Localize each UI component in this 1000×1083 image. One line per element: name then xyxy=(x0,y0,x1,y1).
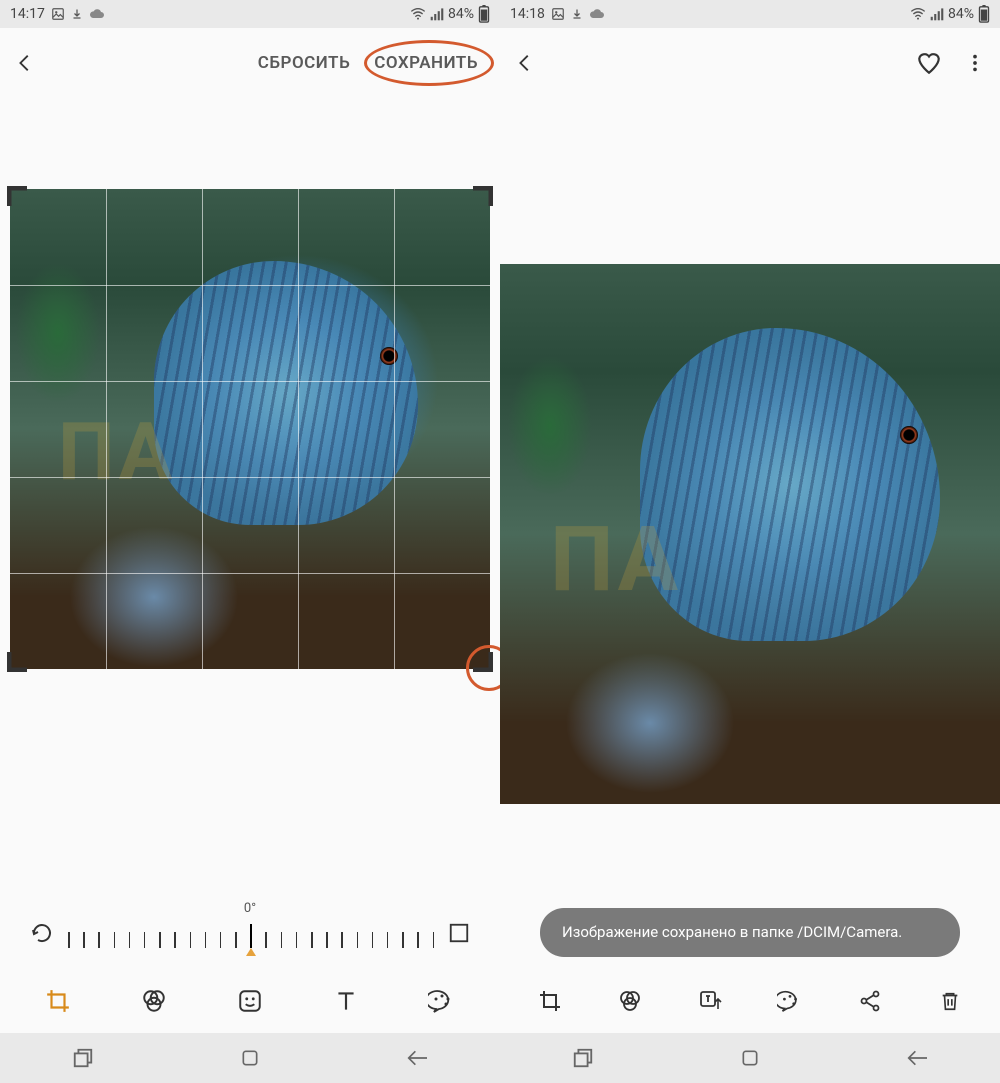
text-tool-button[interactable] xyxy=(324,979,368,1023)
displayed-image: ПА xyxy=(500,264,1000,804)
battery-icon xyxy=(478,5,490,23)
delete-button[interactable] xyxy=(928,979,972,1023)
image-viewer[interactable]: ПА Изображение сохранено в папке /DCIM/C… xyxy=(500,98,1000,969)
status-time: 14:18 xyxy=(510,6,545,22)
palette-button[interactable] xyxy=(768,979,812,1023)
battery-icon xyxy=(978,5,990,23)
save-toast: Изображение сохранено в папке /DCIM/Came… xyxy=(540,908,960,957)
editor-header: СБРОСИТЬ СОХРАНИТЬ xyxy=(0,28,500,98)
download-icon xyxy=(571,7,583,21)
save-button[interactable]: СОХРАНИТЬ xyxy=(366,49,486,77)
status-time: 14:17 xyxy=(10,6,45,22)
rotation-degree-label: 0° xyxy=(244,901,256,916)
image-preview: ПА xyxy=(10,189,490,669)
viewer-toolbar xyxy=(500,969,1000,1033)
signal-icon xyxy=(430,7,444,21)
image-icon xyxy=(51,7,65,21)
signal-icon xyxy=(930,7,944,21)
wifi-icon xyxy=(410,7,426,21)
editor-screen: 14:17 84% xyxy=(0,0,500,1083)
crop-frame[interactable]: ПА xyxy=(10,189,490,669)
sticker-tool-button[interactable] xyxy=(228,979,272,1023)
wifi-icon xyxy=(910,7,926,21)
autotext-button[interactable] xyxy=(688,979,732,1023)
more-button[interactable] xyxy=(964,52,986,74)
cloud-icon xyxy=(89,8,105,20)
image-icon xyxy=(551,7,565,21)
rotation-ruler: 0° xyxy=(0,879,500,969)
crop-handle-tl[interactable] xyxy=(7,186,33,212)
nav-recent-button[interactable] xyxy=(53,1038,113,1078)
filters-button[interactable] xyxy=(608,979,652,1023)
draw-tool-button[interactable] xyxy=(420,979,464,1023)
nav-back-button[interactable] xyxy=(887,1038,947,1078)
nav-home-button[interactable] xyxy=(720,1038,780,1078)
share-button[interactable] xyxy=(848,979,892,1023)
status-battery-percent: 84% xyxy=(948,6,974,22)
status-battery-percent: 84% xyxy=(448,6,474,22)
rotation-slider[interactable] xyxy=(68,918,434,948)
editor-toolbar xyxy=(0,969,500,1033)
aspect-ratio-button[interactable] xyxy=(448,922,470,944)
nav-home-button[interactable] xyxy=(220,1038,280,1078)
filters-tool-button[interactable] xyxy=(132,979,176,1023)
crop-tool-button[interactable] xyxy=(36,979,80,1023)
status-bar: 14:18 84% xyxy=(500,0,1000,28)
back-button[interactable] xyxy=(14,52,36,74)
crop-handle-br[interactable] xyxy=(467,646,493,672)
nav-back-button[interactable] xyxy=(387,1038,447,1078)
system-nav-bar xyxy=(0,1033,500,1083)
reset-button[interactable]: СБРОСИТЬ xyxy=(250,49,358,77)
nav-recent-button[interactable] xyxy=(553,1038,613,1078)
crop-canvas-area: ПА xyxy=(0,98,500,879)
cloud-icon xyxy=(589,8,605,20)
viewer-screen: 14:18 84% xyxy=(500,0,1000,1083)
download-icon xyxy=(71,7,83,21)
back-button[interactable] xyxy=(514,52,536,74)
status-bar: 14:17 84% xyxy=(0,0,500,28)
rotate-90-button[interactable] xyxy=(30,921,54,945)
favorite-button[interactable] xyxy=(916,50,942,76)
rotation-marker xyxy=(246,948,256,956)
system-nav-bar xyxy=(500,1033,1000,1083)
crop-handle-bl[interactable] xyxy=(7,646,33,672)
crop-handle-tr[interactable] xyxy=(467,186,493,212)
viewer-header xyxy=(500,28,1000,98)
edit-crop-button[interactable] xyxy=(528,979,572,1023)
